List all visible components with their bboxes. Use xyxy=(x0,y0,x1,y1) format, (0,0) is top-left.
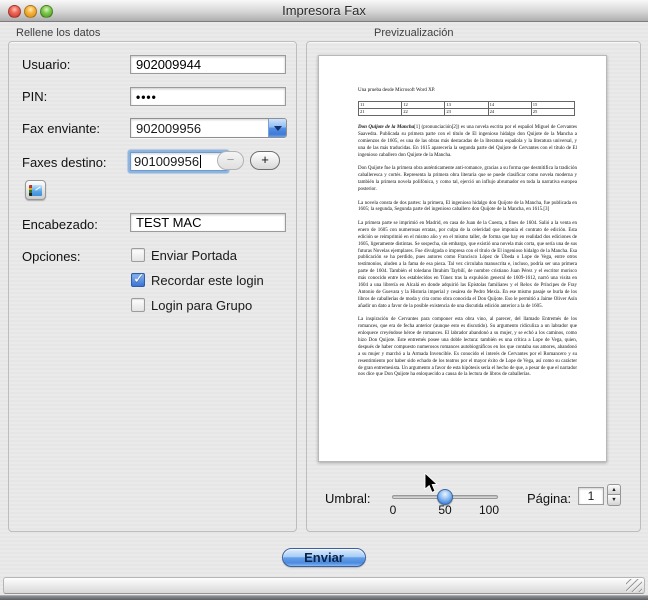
fax-dialog-window: Impresora Fax Rellene los datos Previzua… xyxy=(0,0,648,600)
table-row: 2122 2324 25 xyxy=(359,109,575,116)
enviar-button[interactable]: Enviar xyxy=(282,548,366,567)
fax-enviante-combo[interactable]: 902009956 xyxy=(130,118,287,138)
pagina-stepper[interactable]: ▲ ▼ xyxy=(607,484,621,507)
check-icon: ✓ xyxy=(133,270,145,287)
chevron-down-icon xyxy=(274,126,282,131)
remove-fax-button[interactable]: − xyxy=(217,151,244,170)
add-fax-button[interactable]: + xyxy=(250,151,280,170)
checkbox-label: Enviar Portada xyxy=(151,248,237,263)
mouse-cursor xyxy=(424,473,439,495)
bottom-bar xyxy=(3,577,645,594)
doc-paragraph: La primera parte se imprimió en Madrid, … xyxy=(358,221,577,311)
stepper-down-button[interactable]: ▼ xyxy=(607,495,621,506)
doc-paragraph: La inspiración de Cervantes para compone… xyxy=(358,317,577,379)
faxes-destino-label: Faxes destino: xyxy=(22,155,107,170)
stepper-up-button[interactable]: ▲ xyxy=(607,484,621,495)
tick-50: 50 xyxy=(436,503,454,517)
faxes-destino-value: 901009956 xyxy=(134,154,199,169)
title-bar[interactable]: Impresora Fax xyxy=(0,0,648,22)
encabezado-label: Encabezado: xyxy=(22,217,98,232)
doc-paragraph: Don Quijote de la Mancha[1] (pronunciaci… xyxy=(358,125,577,160)
checkbox-label: Recordar este login xyxy=(151,273,264,288)
form-group-title: Rellene los datos xyxy=(16,27,100,39)
fax-enviante-value: 902009956 xyxy=(136,121,201,136)
checkbox-icon: ✓ xyxy=(131,248,145,262)
table-row: 1112 1314 15 xyxy=(359,102,575,109)
opciones-label: Opciones: xyxy=(22,249,81,264)
chevron-down-icon: ▼ xyxy=(611,497,616,503)
address-book-button[interactable] xyxy=(25,180,46,200)
checkbox-label: Login para Grupo xyxy=(151,298,252,313)
resize-grip-icon[interactable] xyxy=(626,579,642,592)
encabezado-field[interactable]: TEST MAC xyxy=(130,213,286,232)
text-caret xyxy=(200,155,201,168)
tick-100: 100 xyxy=(476,503,502,517)
umbral-label: Umbral: xyxy=(325,491,371,506)
tick-0: 0 xyxy=(386,503,400,517)
checkbox-icon: ✓ xyxy=(131,273,145,287)
doc-table: 1112 1314 15 2122 2324 25 xyxy=(358,101,575,116)
usuario-label: Usuario: xyxy=(22,57,70,72)
pin-label: PIN: xyxy=(22,89,47,104)
preview-page: Una prueba desde Microsoft Word XP. 1112… xyxy=(318,55,607,462)
pin-field[interactable]: •••• xyxy=(130,87,286,106)
doc-header: Una prueba desde Microsoft Word XP. xyxy=(358,88,577,95)
pagina-label: Página: xyxy=(527,491,571,506)
doc-paragraph: La novela consta de dos partes: la prime… xyxy=(358,201,577,215)
faxes-destino-field[interactable]: 901009956 xyxy=(130,152,227,171)
document-preview: Una prueba desde Microsoft Word XP. 1112… xyxy=(358,88,577,386)
combo-dropdown-button[interactable] xyxy=(268,119,286,137)
checkbox-icon: ✓ xyxy=(131,298,145,312)
pagina-field[interactable]: 1 xyxy=(578,487,604,505)
fax-enviante-label: Fax enviante: xyxy=(22,121,100,136)
usuario-field[interactable]: 902009944 xyxy=(130,55,286,74)
picture-icon xyxy=(29,185,42,196)
window-bottom-edge xyxy=(0,595,648,600)
chevron-up-icon: ▲ xyxy=(611,487,616,493)
window-title: Impresora Fax xyxy=(0,3,648,18)
doc-paragraph: Don Quijote fue la primera obra auténtic… xyxy=(358,166,577,194)
preview-group-title: Previzualización xyxy=(374,27,453,39)
